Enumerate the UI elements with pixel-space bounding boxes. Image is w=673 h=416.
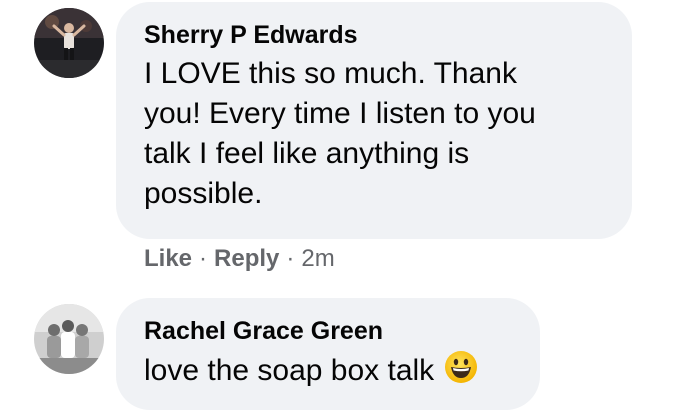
comment-text: love the soap box talk: [144, 354, 435, 387]
grinning-face-emoji-icon: [444, 350, 478, 389]
comment-bubble: Sherry P Edwards I LOVE this so much. Th…: [116, 2, 632, 239]
comment-actions: Like · Reply · 2m: [144, 244, 335, 274]
avatar[interactable]: [34, 304, 104, 374]
comment: Sherry P Edwards I LOVE this so much. Th…: [0, 0, 673, 290]
comment-text-line: I LOVE this so much. Thank: [144, 57, 517, 90]
comment-text-line: possible.: [144, 177, 263, 210]
separator: ·: [199, 245, 208, 272]
timestamp[interactable]: 2m: [301, 245, 334, 272]
like-button[interactable]: Like: [144, 245, 192, 272]
comment-text-line: talk I feel like anything is: [144, 137, 470, 170]
comment: Rachel Grace Green love the soap box tal…: [0, 290, 673, 416]
comment-text-line: you! Every time I listen to you: [144, 97, 536, 130]
separator: ·: [286, 245, 295, 272]
avatar[interactable]: [34, 8, 104, 78]
comment-bubble: Rachel Grace Green love the soap box tal…: [116, 298, 540, 410]
comment-author[interactable]: Rachel Grace Green: [144, 316, 516, 346]
reply-button[interactable]: Reply: [214, 245, 279, 272]
comment-author[interactable]: Sherry P Edwards: [144, 20, 608, 50]
profile-photo-icon: [34, 8, 104, 78]
profile-photo-icon: [34, 304, 104, 374]
